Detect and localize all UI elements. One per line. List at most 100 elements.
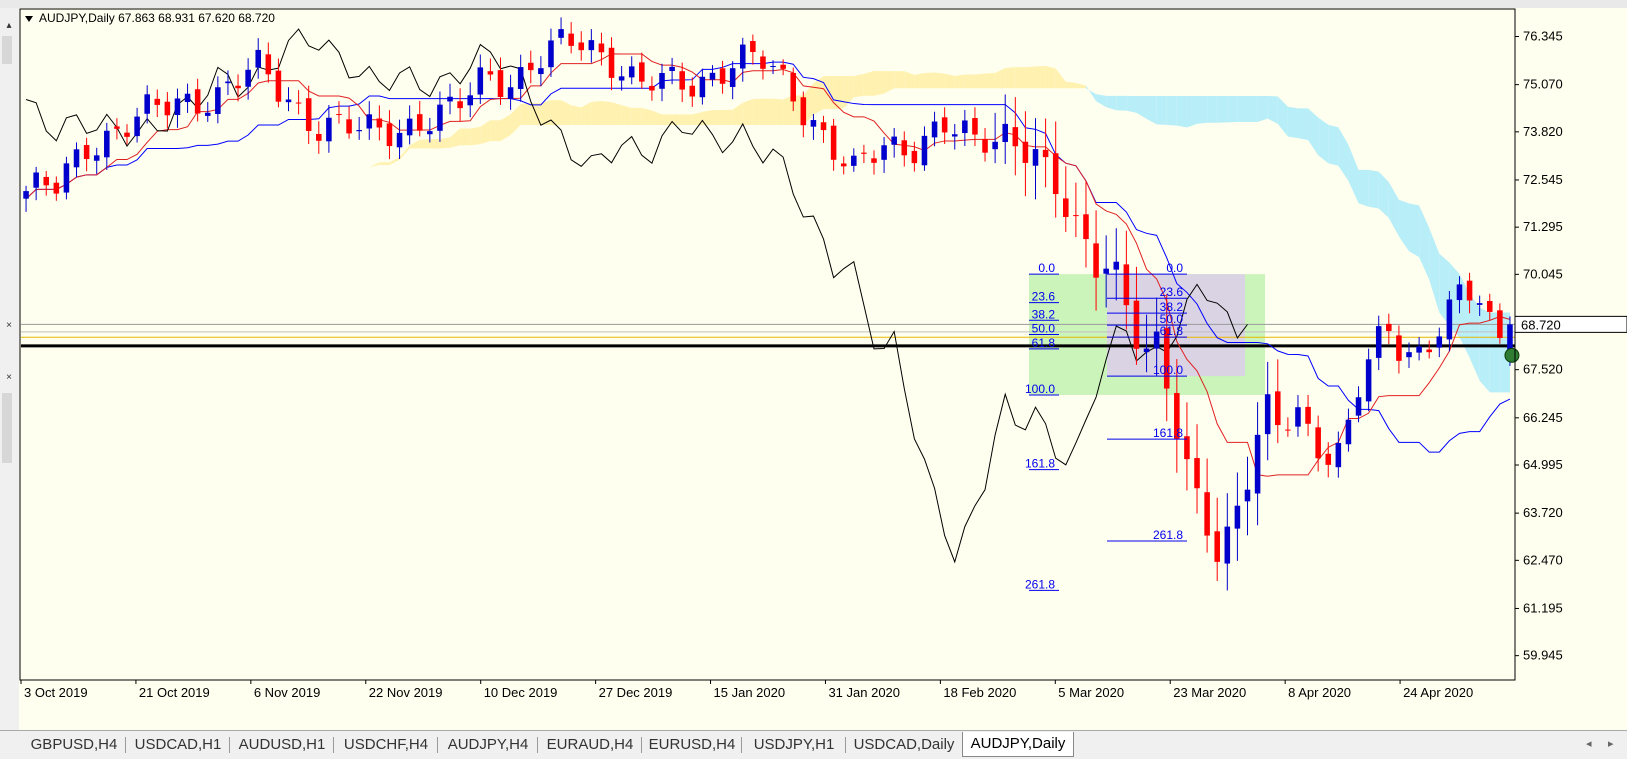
- candle-body[interactable]: [528, 62, 534, 71]
- candle-body[interactable]: [63, 163, 70, 193]
- candle-body[interactable]: [43, 176, 50, 186]
- candle-body[interactable]: [679, 71, 685, 90]
- tab-usdcad-daily[interactable]: USDCAD,Daily: [846, 735, 962, 755]
- candle-body[interactable]: [356, 130, 362, 132]
- candle-body[interactable]: [598, 43, 605, 53]
- candle-body[interactable]: [406, 118, 413, 136]
- candle-body[interactable]: [911, 150, 918, 164]
- candle-body[interactable]: [23, 191, 29, 199]
- tab-euraud-h4[interactable]: EURAUD,H4: [538, 735, 642, 755]
- candle-body[interactable]: [346, 119, 352, 134]
- candle-body[interactable]: [1396, 335, 1402, 361]
- candle-body[interactable]: [437, 104, 443, 131]
- candle-body[interactable]: [1386, 323, 1392, 331]
- tab-next-arrow-icon[interactable]: ▸: [1608, 737, 1614, 750]
- candle-body[interactable]: [1416, 346, 1422, 353]
- candle-body[interactable]: [871, 158, 877, 163]
- candle-body[interactable]: [1002, 123, 1008, 142]
- candle-body[interactable]: [669, 66, 675, 72]
- candle-body[interactable]: [275, 70, 282, 102]
- candle-body[interactable]: [1285, 429, 1291, 431]
- candle-body[interactable]: [628, 66, 635, 78]
- candle-body[interactable]: [1103, 268, 1109, 274]
- candle-body[interactable]: [416, 114, 423, 131]
- candle-body[interactable]: [467, 95, 473, 106]
- tab-prev-arrow-icon[interactable]: ◂: [1586, 737, 1592, 750]
- candle-body[interactable]: [144, 94, 150, 114]
- tab-usdcad-h1[interactable]: USDCAD,H1: [126, 735, 230, 755]
- candle-body[interactable]: [104, 130, 110, 158]
- candle-body[interactable]: [457, 101, 463, 109]
- tab-gbpusd-h4[interactable]: GBPUSD,H4: [22, 735, 126, 755]
- candle-body[interactable]: [245, 69, 251, 87]
- candle-body[interactable]: [548, 40, 554, 68]
- candle-body[interactable]: [649, 85, 655, 91]
- candle-body[interactable]: [1214, 531, 1220, 562]
- tab-usdjpy-h1[interactable]: USDJPY,H1: [742, 735, 846, 755]
- candle-body[interactable]: [739, 44, 746, 69]
- candle-body[interactable]: [1476, 303, 1483, 305]
- tab-eurusd-h4[interactable]: EURUSD,H4: [642, 735, 742, 755]
- candle-body[interactable]: [729, 68, 736, 87]
- candle-body[interactable]: [780, 64, 786, 69]
- candle-body[interactable]: [1093, 243, 1099, 278]
- candle-body[interactable]: [1234, 505, 1241, 529]
- candle-body[interactable]: [1012, 127, 1019, 147]
- candle-body[interactable]: [962, 120, 968, 134]
- candle-body[interactable]: [1497, 310, 1503, 338]
- candle-body[interactable]: [972, 118, 978, 135]
- candle-body[interactable]: [820, 122, 827, 131]
- candle-body[interactable]: [174, 98, 181, 116]
- candle-body[interactable]: [1466, 280, 1473, 301]
- candle-body[interactable]: [1305, 406, 1311, 424]
- candle-body[interactable]: [376, 118, 383, 128]
- candle-body[interactable]: [618, 76, 625, 81]
- candle-body[interactable]: [1022, 141, 1029, 163]
- candle-body[interactable]: [931, 121, 938, 138]
- candle-body[interactable]: [1244, 489, 1251, 502]
- candle-body[interactable]: [53, 182, 60, 194]
- candle-body[interactable]: [992, 141, 998, 150]
- candle-body[interactable]: [316, 133, 322, 141]
- tab-audjpy-h4[interactable]: AUDJPY,H4: [438, 735, 538, 755]
- candle-body[interactable]: [1194, 458, 1200, 489]
- candle-body[interactable]: [83, 145, 90, 160]
- candle-body[interactable]: [608, 47, 615, 78]
- panel-collapse-icon[interactable]: ×: [3, 320, 15, 331]
- candle-body[interactable]: [770, 66, 776, 68]
- candle-body[interactable]: [336, 114, 342, 116]
- candle-body[interactable]: [760, 56, 766, 69]
- candle-body[interactable]: [1063, 198, 1069, 218]
- candle-body[interactable]: [1153, 331, 1160, 349]
- candle-body[interactable]: [719, 68, 726, 84]
- candle-body[interactable]: [881, 145, 887, 160]
- candle-body[interactable]: [568, 33, 574, 46]
- dropdown-triangle-icon[interactable]: [25, 16, 33, 22]
- candle-body[interactable]: [154, 98, 161, 105]
- candle-body[interactable]: [1295, 407, 1301, 427]
- candle-body[interactable]: [851, 155, 857, 166]
- candle-body[interactable]: [487, 71, 494, 75]
- candle-body[interactable]: [941, 117, 948, 133]
- candle-body[interactable]: [386, 123, 393, 147]
- candle-body[interactable]: [235, 85, 241, 89]
- candle-body[interactable]: [305, 98, 312, 131]
- candle-body[interactable]: [588, 40, 595, 51]
- candle-body[interactable]: [830, 125, 837, 160]
- candle-body[interactable]: [1426, 349, 1432, 353]
- candle-body[interactable]: [1325, 453, 1332, 465]
- candle-body[interactable]: [1406, 352, 1412, 358]
- candle-body[interactable]: [1264, 394, 1271, 435]
- candle-body[interactable]: [1204, 492, 1210, 536]
- price-chart[interactable]: 0.023.638.250.061.8100.0161.8261.80.023.…: [19, 8, 1627, 730]
- candle-body[interactable]: [33, 172, 39, 188]
- candle-body[interactable]: [1355, 397, 1362, 416]
- candle-body[interactable]: [1224, 526, 1231, 564]
- candle-body[interactable]: [447, 96, 453, 102]
- candle-body[interactable]: [861, 152, 867, 154]
- candle-body[interactable]: [1275, 391, 1281, 426]
- candle-body[interactable]: [265, 54, 272, 75]
- candle-body[interactable]: [1446, 299, 1453, 340]
- candle-body[interactable]: [639, 62, 645, 82]
- candle-body[interactable]: [124, 132, 130, 137]
